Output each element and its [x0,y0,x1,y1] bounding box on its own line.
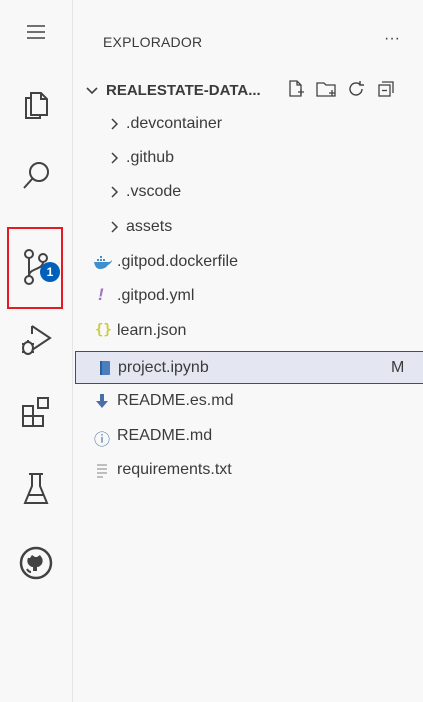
tree-item-label: project.ipynb [118,359,209,376]
git-status-modified: M [391,359,405,376]
tree-item-github[interactable]: .github [73,142,423,174]
tree-item-label: .github [126,149,175,166]
tree-item-label: requirements.txt [117,461,232,478]
yaml-icon: ! [98,285,104,304]
tree-item-label: .gitpod.yml [117,287,195,304]
tree-item-label: learn.json [117,322,187,339]
chevron-right-icon [111,118,119,130]
tree-item-label: .devcontainer [126,115,223,132]
run-debug-icon[interactable] [0,310,72,370]
tree-item-requirements-txt[interactable]: requirements.txt [73,454,423,486]
notebook-icon [100,361,110,375]
tree-item-label: .vscode [126,183,182,200]
menu-icon[interactable] [0,16,72,48]
tree-item-label: .gitpod.dockerfile [117,253,238,270]
testing-icon[interactable] [0,459,72,519]
tree-item-assets[interactable]: assets [73,211,423,243]
text-file-icon [97,464,107,478]
explorer-title: EXPLORADOR [103,34,203,50]
chevron-down-icon [86,87,98,95]
json-icon: {} [95,322,112,338]
tree-item-learn-json[interactable]: {} learn.json [73,315,423,347]
chevron-right-icon [111,221,119,233]
tree-item-devcontainer[interactable]: .devcontainer [73,108,423,140]
extensions-icon[interactable] [0,382,72,442]
tree-item-gitpod-yml[interactable]: ! .gitpod.yml [73,280,423,312]
markdown-download-icon [96,394,108,408]
tree-item-project-ipynb[interactable]: project.ipynb M [75,351,423,384]
docker-icon [94,256,112,269]
tree-item-gitpod-dockerfile[interactable]: .gitpod.dockerfile [73,246,423,278]
github-icon[interactable] [0,533,72,593]
info-icon: ⓘ [94,432,111,449]
tree-item-readme-md[interactable]: ⓘ README.md [73,420,423,452]
search-icon[interactable] [0,146,72,206]
files-icon[interactable] [0,75,72,135]
tree-item-label: README.es.md [117,392,234,409]
source-control-badge: 1 [40,262,60,282]
tree-item-label: assets [126,218,173,235]
activity-bar: 1 [0,0,73,702]
explorer-panel: EXPLORADOR ··· REALESTATE-DATA... .devco… [73,0,423,702]
workspace-title: REALESTATE-DATA... [106,82,261,99]
refresh-icon[interactable] [345,78,367,100]
tree-item-vscode[interactable]: .vscode [73,176,423,208]
section-actions [285,78,397,100]
new-file-icon[interactable] [285,78,307,100]
chevron-right-icon [111,186,119,198]
chevron-right-icon [111,152,119,164]
tree-item-readme-es-md[interactable]: README.es.md [73,385,423,417]
workspace-section-header[interactable]: REALESTATE-DATA... [73,78,423,104]
more-actions-button[interactable]: ··· [384,30,400,48]
tree-item-label: README.md [117,427,213,444]
collapse-all-icon[interactable] [375,78,397,100]
new-folder-icon[interactable] [315,78,337,100]
